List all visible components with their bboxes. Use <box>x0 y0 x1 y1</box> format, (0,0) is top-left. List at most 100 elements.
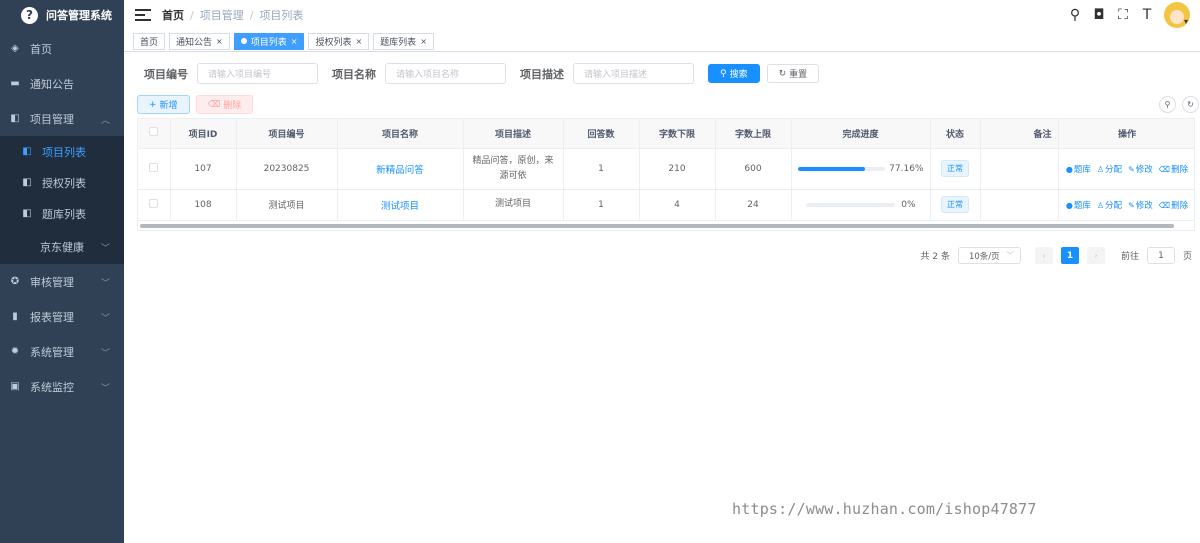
toggle-search-icon[interactable]: ⚲ <box>1159 96 1176 113</box>
sidebar-item-system[interactable]: ✹ 系统管理 ﹀ <box>0 334 124 369</box>
trash-icon: ⌫ <box>207 99 221 110</box>
name-input[interactable]: 请输入项目名称 <box>385 63 506 84</box>
sidebar-item-project-list[interactable]: ◧ 项目列表 <box>0 136 124 167</box>
header-cell: 操作 <box>1058 119 1194 149</box>
prev-page-button[interactable]: ‹ <box>1034 247 1053 264</box>
op-delete[interactable]: ⌫删除 <box>1159 199 1188 211</box>
status-badge: 正常 <box>941 196 969 213</box>
sidebar-item-auth-list[interactable]: ◧ 授权列表 <box>0 167 124 198</box>
tag-project-list[interactable]: 项目列表 × <box>233 32 305 50</box>
breadcrumb-home[interactable]: 首页 <box>162 7 184 23</box>
sidebar-item-question-bank[interactable]: ◧ 题库列表 <box>0 198 124 229</box>
cell-progress: 77.16% <box>791 148 931 190</box>
cell-max-words: 24 <box>715 189 792 221</box>
sidebar-item-report[interactable]: ▮ 报表管理 ﹀ <box>0 299 124 334</box>
refresh-icon: ↻ <box>778 68 787 79</box>
header-cell: 字数下限 <box>639 119 716 149</box>
settings-icon: ✹ <box>10 345 20 357</box>
op-edit[interactable]: ✎修改 <box>1128 163 1153 175</box>
page-size-select[interactable]: 10条/页 ﹀ <box>957 247 1021 264</box>
header-select <box>138 119 171 149</box>
caret-down-icon[interactable]: ▾ <box>1184 17 1188 26</box>
op-label: 分配 <box>1105 200 1123 211</box>
cell-progress: 0% <box>791 189 931 221</box>
close-icon[interactable]: × <box>216 37 223 46</box>
desc-input[interactable]: 请输入项目描述 <box>573 63 694 84</box>
op-delete[interactable]: ⌫删除 <box>1159 163 1188 175</box>
page-size-value: 10条/页 <box>968 251 1000 262</box>
reset-button[interactable]: ↻ 重置 <box>766 64 820 83</box>
logo-icon: ? <box>21 6 38 24</box>
fullscreen-icon[interactable]: ⛶ <box>1116 7 1130 23</box>
table-right-tools: ⚲ ↻ <box>1159 96 1199 113</box>
add-button[interactable]: + 新增 <box>137 95 190 114</box>
font-size-icon[interactable]: T <box>1140 7 1154 23</box>
chevron-up-icon: ︿ <box>100 116 110 126</box>
header-cell: 项目ID <box>170 119 237 149</box>
project-name-link[interactable]: 测试项目 <box>381 201 419 212</box>
goto-page-input[interactable]: 1 <box>1146 247 1175 264</box>
sidebar-item-review[interactable]: ✪ 审核管理 ﹀ <box>0 264 124 299</box>
op-edit[interactable]: ✎修改 <box>1128 199 1153 211</box>
cell-code: 测试项目 <box>236 189 338 221</box>
desc-text: 精品问答，原创，来源可依 <box>472 155 554 181</box>
close-icon[interactable]: × <box>291 37 298 46</box>
breadcrumb-current: 项目列表 <box>259 9 304 22</box>
github-icon[interactable]: ◘ <box>1092 7 1106 23</box>
main-area: 首页 / 项目管理 / 项目列表 ⚲ ◘ ⛶ T ▾ 首页 通知公告 × 项目列表… <box>124 0 1200 543</box>
table-row: 107 20230825 新精品问答 精品问答，原创，来源可依 1 210 60… <box>138 148 1194 190</box>
op-label: 删除 <box>1171 200 1189 211</box>
op-question-bank[interactable]: ●题库 <box>1066 199 1091 211</box>
next-page-button[interactable]: › <box>1086 247 1105 264</box>
chevron-down-icon: ﹀ <box>1005 251 1014 260</box>
cell-min-words: 210 <box>639 148 716 190</box>
sidebar-item-monitor[interactable]: ▣ 系统监控 ﹀ <box>0 369 124 404</box>
chevron-left-icon: ‹ <box>1042 251 1046 260</box>
close-icon[interactable]: × <box>355 37 362 46</box>
chevron-down-icon: ﹀ <box>100 314 110 324</box>
horizontal-scrollbar[interactable] <box>140 224 1174 228</box>
refresh-icon[interactable]: ↻ <box>1182 96 1199 113</box>
header-cell: 备注 <box>980 119 1059 149</box>
tag-question-bank[interactable]: 题库列表 × <box>373 32 434 50</box>
sidebar-item-home[interactable]: ◈ 首页 <box>0 31 124 66</box>
tag-home[interactable]: 首页 <box>133 32 166 50</box>
close-icon[interactable]: × <box>420 37 427 46</box>
progress-bar <box>805 202 896 207</box>
sidebar-item-project[interactable]: ◧ 项目管理 ︿ <box>0 101 124 136</box>
page-unit-label: 页 <box>1182 252 1192 262</box>
delete-button[interactable]: ⌫ 删除 <box>195 95 254 114</box>
code-input[interactable]: 请输入项目编号 <box>197 63 318 84</box>
row-checkbox[interactable] <box>149 162 159 172</box>
op-label: 题库 <box>1073 200 1091 211</box>
sidebar-item-notice[interactable]: ▬ 通知公告 <box>0 66 124 101</box>
tag-auth-list[interactable]: 授权列表 × <box>308 32 370 50</box>
project-table: 项目ID 项目编号 项目名称 项目描述 回答数 字数下限 字数上限 完成进度 状… <box>137 118 1195 231</box>
cell-status: 正常 <box>930 189 981 221</box>
op-assign[interactable]: ♙分配 <box>1097 163 1122 175</box>
project-name-link[interactable]: 新精品问答 <box>376 165 424 176</box>
page-number-current[interactable]: 1 <box>1060 247 1079 264</box>
select-all-checkbox[interactable] <box>149 127 159 137</box>
tag-notice[interactable]: 通知公告 × <box>169 32 230 50</box>
bar-chart-icon: ▮ <box>12 310 18 322</box>
cell-min-words: 4 <box>639 189 716 221</box>
sidebar-item-jd-health[interactable]: 京东健康 ﹀ <box>0 229 124 264</box>
app-logo[interactable]: ? 问答管理系统 <box>0 0 124 30</box>
search-button-label: 搜索 <box>729 70 748 80</box>
progress-fill <box>797 166 866 171</box>
name-label: 项目名称 <box>332 67 376 81</box>
tags-view: 首页 通知公告 × 项目列表 × 授权列表 × 题库列表 × <box>124 31 1200 52</box>
op-question-bank[interactable]: ●题库 <box>1066 163 1091 175</box>
tag-label: 授权列表 <box>315 37 352 48</box>
row-checkbox[interactable] <box>149 198 159 208</box>
search-button[interactable]: ⚲ 搜索 <box>708 64 760 83</box>
hamburger-icon[interactable] <box>135 8 151 22</box>
op-assign[interactable]: ♙分配 <box>1097 199 1122 211</box>
breadcrumb-separator: / <box>249 8 254 22</box>
cell-id: 108 <box>170 189 237 221</box>
tag-label: 首页 <box>140 37 159 48</box>
search-icon[interactable]: ⚲ <box>1068 7 1082 23</box>
cell-code: 20230825 <box>236 148 338 190</box>
breadcrumb-project: 项目管理 <box>199 9 244 22</box>
